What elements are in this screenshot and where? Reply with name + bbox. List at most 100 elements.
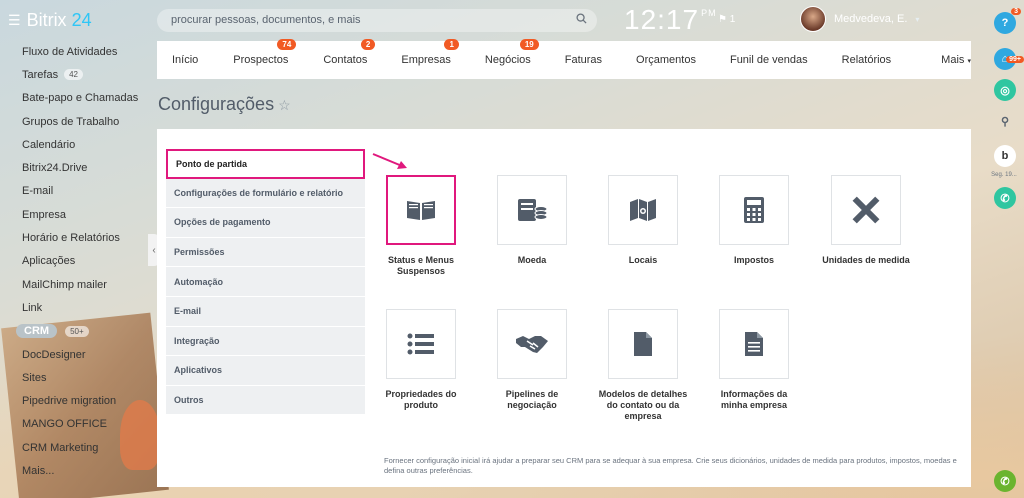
flag-count: 1: [729, 14, 736, 25]
left-menu-item[interactable]: Bitrix24.Drive: [0, 156, 150, 179]
contact-avatar[interactable]: b: [994, 145, 1016, 167]
settings-nav-item-integracao[interactable]: Integração: [166, 326, 365, 357]
crm-tab-bar: Início Prospectos 74 Contatos 2 Empresas 1 …: [157, 39, 971, 79]
tile-box[interactable]: [719, 309, 789, 379]
phone-icon: ✆: [1000, 192, 1010, 205]
clock[interactable]: 12:17 PM: [624, 4, 717, 36]
left-menu-item[interactable]: MANGO OFFICE: [0, 413, 150, 436]
call-button[interactable]: ✆: [994, 187, 1016, 209]
left-menu-item[interactable]: Calendário: [0, 133, 150, 156]
user-name[interactable]: Medvedeva, E.: [834, 13, 907, 25]
tab-label: Mais: [941, 54, 965, 66]
tile-box[interactable]: [497, 309, 567, 379]
left-menu-item[interactable]: Grupos de Trabalho: [0, 110, 150, 133]
left-menu-item[interactable]: Fluxo de Atividades: [0, 40, 150, 63]
tab-empresas[interactable]: Empresas 1: [401, 39, 459, 66]
left-menu-item-more[interactable]: Mais...: [0, 459, 150, 482]
settings-nav-item-permissoes[interactable]: Permissões: [166, 237, 365, 268]
tile-moeda[interactable]: Moeda: [487, 175, 577, 266]
settings-nav-item-email[interactable]: E-mail: [166, 296, 365, 327]
left-menu-item[interactable]: Empresa: [0, 203, 150, 226]
calculator-icon: [744, 197, 764, 223]
left-menu-item[interactable]: E-mail: [0, 180, 150, 203]
search-input[interactable]: procurar pessoas, documentos, e mais: [157, 9, 597, 32]
left-menu-item[interactable]: DocDesigner: [0, 343, 150, 366]
clock-time: 12:17: [624, 4, 700, 35]
hamburger-menu-icon[interactable]: ☰: [8, 12, 21, 29]
left-menu-item[interactable]: Horário e Relatórios: [0, 226, 150, 249]
left-menu-label: Tarefas: [22, 68, 59, 81]
help-button[interactable]: ? 3: [994, 8, 1021, 34]
page-title-text: Configurações: [158, 94, 275, 114]
settings-nav-item-aplicativos[interactable]: Aplicativos: [166, 356, 365, 386]
avatar[interactable]: [800, 6, 826, 32]
chevron-down-icon[interactable]: ▾: [915, 15, 919, 24]
left-menu-counter: 42: [64, 69, 83, 81]
left-menu-item[interactable]: Sites: [0, 366, 150, 389]
brand-prefix: Bitrix: [26, 10, 67, 30]
tile-informacoes-empresa[interactable]: Informações da minha empresa: [709, 309, 799, 411]
tab-contatos[interactable]: Contatos 2: [323, 39, 376, 66]
left-menu-item[interactable]: Pipedrive migration: [0, 389, 150, 412]
settings-nav-label: Opções de pagamento: [174, 217, 271, 228]
tab-faturas[interactable]: Faturas: [565, 54, 602, 66]
tile-box[interactable]: [831, 175, 901, 245]
tab-orcamentos[interactable]: Orçamentos: [636, 54, 696, 66]
tab-prospectos[interactable]: Prospectos 74: [233, 39, 297, 66]
left-menu-item[interactable]: Tarefas 42: [0, 63, 150, 86]
tab-funil-de-vendas[interactable]: Funil de vendas: [730, 54, 808, 66]
tile-propriedades-produto[interactable]: Propriedades do produto: [376, 309, 466, 411]
left-menu-item[interactable]: Bate-papo e Chamadas: [0, 87, 150, 110]
chat-icon: ◎: [1000, 84, 1010, 97]
settings-nav-label: Permissões: [174, 247, 225, 258]
tile-label: Moeda: [517, 255, 547, 265]
star-icon[interactable]: ☆: [278, 97, 291, 113]
tab-inicio[interactable]: Início: [172, 54, 198, 66]
chevron-down-icon: ▾: [967, 58, 971, 65]
tile-box[interactable]: [386, 309, 456, 379]
tab-label: Faturas: [564, 54, 603, 66]
tile-pipelines[interactable]: Pipelines de negociação: [487, 309, 577, 411]
settings-nav-item-ponto-de-partida[interactable]: Ponto de partida: [166, 149, 365, 179]
notifications-button[interactable]: ⌂ 99+: [994, 48, 1024, 70]
tile-box[interactable]: [719, 175, 789, 245]
search-icon[interactable]: [576, 9, 587, 32]
settings-nav-label: Outros: [174, 395, 204, 406]
chat-button[interactable]: ◎: [994, 79, 1016, 101]
tab-mais[interactable]: Mais ▾: [941, 54, 971, 66]
left-menu-label: Link: [22, 301, 43, 314]
tile-modelos-detalhes[interactable]: Modelos de detalhes do contato ou da emp…: [598, 309, 688, 422]
brand-suffix: 24: [71, 10, 92, 30]
clock-suffix: PM: [701, 8, 717, 18]
tile-impostos[interactable]: Impostos: [709, 175, 799, 266]
settings-nav-item-pagamento[interactable]: Opções de pagamento: [166, 208, 365, 238]
settings-nav-item-formularios[interactable]: Configurações de formulário e relatório: [166, 178, 365, 209]
tile-status-menus[interactable]: Status e Menus Suspensos: [376, 175, 466, 277]
flag-counter[interactable]: ⚑ 1: [718, 14, 735, 25]
left-menu-item[interactable]: Aplicações: [0, 250, 150, 273]
left-menu-item[interactable]: Link: [0, 296, 150, 319]
ruler-pencil-icon: [852, 196, 880, 224]
tab-relatorios[interactable]: Relatórios: [842, 54, 892, 66]
left-menu-label: Sites: [22, 371, 47, 384]
left-menu-item-crm[interactable]: CRM 50+: [0, 320, 150, 343]
tile-box[interactable]: [497, 175, 567, 245]
tile-locais[interactable]: Locais: [598, 175, 688, 266]
user-menu[interactable]: Medvedeva, E. ▾: [800, 6, 919, 32]
phone-button[interactable]: ✆: [994, 470, 1016, 492]
tab-label: Contatos: [323, 54, 368, 66]
tile-label: Status e Menus Suspensos: [387, 255, 454, 276]
logo[interactable]: ☰ Bitrix 24: [8, 10, 92, 31]
search-button[interactable]: ⚲: [994, 110, 1016, 132]
left-menu-item[interactable]: CRM Marketing: [0, 436, 150, 459]
settings-nav-item-outros[interactable]: Outros: [166, 385, 365, 416]
settings-nav-item-automacao[interactable]: Automação: [166, 267, 365, 297]
tab-negocios[interactable]: Negócios 19: [485, 39, 539, 66]
left-menu-item[interactable]: MailChimp mailer: [0, 273, 150, 296]
tile-label: Locais: [628, 255, 658, 265]
tile-unidades-de-medida[interactable]: Unidades de medida: [821, 175, 911, 266]
tile-box[interactable]: [386, 175, 456, 245]
tile-box[interactable]: [608, 175, 678, 245]
page-title: Configurações ☆: [158, 94, 291, 115]
tile-box[interactable]: [608, 309, 678, 379]
